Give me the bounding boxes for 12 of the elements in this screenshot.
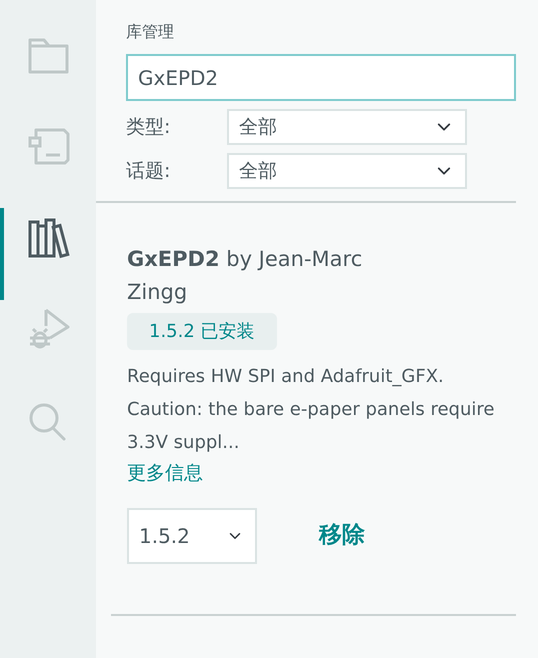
filter-dropdown[interactable]: 全部 [227,153,467,189]
filter-label: 话题: [126,158,172,184]
installed-badge: 1.5.2 已安装 [127,313,277,350]
search-field[interactable]: GxEPD2 [126,54,516,101]
library-description: Requires HW SPI and Adafruit_GFX. Caution: the bare e-paper panels require 3.3V suppl... [127,365,496,455]
version-dropdown[interactable]: 1.5.2 [127,508,257,564]
filter-label: 类型: [126,114,172,140]
panel-title: 库管理 [126,21,175,43]
more-info-link[interactable]: 更多信息 [127,459,203,488]
library-title: GxEPD2 by Jean-Marc Zingg [127,246,364,306]
filter-dropdown[interactable]: 全部 [227,109,467,145]
remove-button[interactable]: 移除 [317,514,367,557]
